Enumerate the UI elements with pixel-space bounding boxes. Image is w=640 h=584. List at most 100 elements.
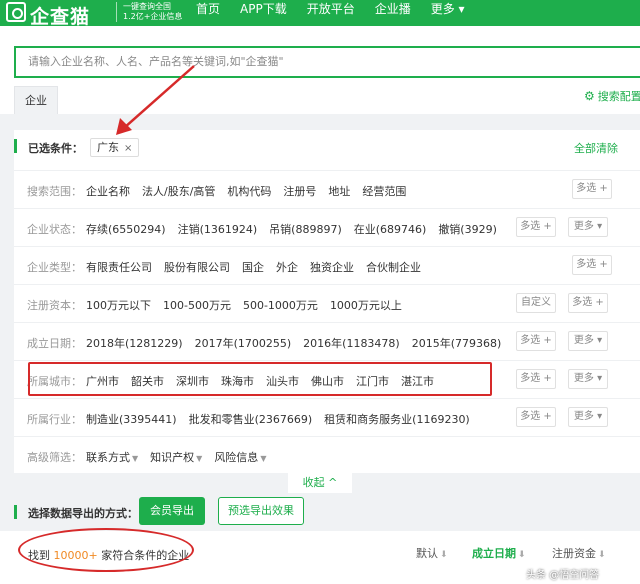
export-label: 选择数据导出的方式： [28, 507, 138, 520]
advanced-option-label: 风险信息 [214, 451, 259, 464]
logo-icon[interactable] [6, 2, 26, 22]
filter-option[interactable]: 机构代码 [227, 183, 271, 199]
advanced-option-ip[interactable]: 知识产权 ▼ [150, 449, 202, 465]
sort-default[interactable]: 默认 ⬇ [416, 545, 448, 561]
advanced-option-risk[interactable]: 风险信息 ▼ [214, 449, 266, 465]
filter-option[interactable]: 注册号 [283, 183, 316, 199]
filter-row-search-scope: 搜索范围： 企业名称 法人/股东/高管 机构代码 注册号 地址 经营范围 多选 … [14, 170, 640, 208]
filter-option[interactable]: 2018年(1281229) [86, 335, 183, 351]
filter-label: 企业类型： [27, 261, 82, 274]
highlight-box-city [28, 362, 492, 396]
selected-label: 已选条件： [28, 142, 83, 155]
brand-name[interactable]: 企查猫 [30, 2, 90, 29]
filter-option[interactable]: 租赁和商务服务业(1169230) [324, 411, 470, 427]
advanced-option-contact[interactable]: 联系方式 ▼ [86, 449, 138, 465]
filter-options: 制造业(3395441) 批发和零售业(2367669) 租赁和商务服务业(11… [86, 411, 482, 427]
multi-select-button[interactable]: 多选 + [572, 255, 612, 275]
more-button[interactable]: 更多 ▾ [568, 407, 608, 427]
filter-option[interactable]: 吊销(889897) [269, 221, 342, 237]
search-config-link[interactable]: ⚙ 搜索配置 [584, 88, 640, 104]
filter-option[interactable]: 2015年(779368) [412, 335, 502, 351]
filter-option[interactable]: 企业名称 [86, 183, 130, 199]
multi-select-button[interactable]: 多选 + [516, 217, 556, 237]
filter-option[interactable]: 2016年(1183478) [303, 335, 400, 351]
filter-option[interactable]: 撤销(3929) [438, 221, 497, 237]
custom-button[interactable]: 自定义 [516, 293, 556, 313]
nav-app-download[interactable]: APP下载 [240, 0, 287, 20]
selected-chip-guangdong[interactable]: 广东 × [90, 138, 140, 157]
filter-option[interactable]: 500-1000万元 [243, 297, 318, 313]
filter-option[interactable]: 注销(1361924) [178, 221, 258, 237]
main-nav: 首页 APP下载 开放平台 企业播 更多 ▾ [196, 0, 465, 20]
advanced-option-label: 知识产权 [150, 451, 195, 464]
filter-label: 高级筛选： [27, 451, 82, 464]
chevron-down-icon: ▼ [132, 454, 139, 463]
slogan-line1: 一键查询全国 [123, 2, 171, 11]
filter-option[interactable]: 法人/股东/高管 [142, 183, 215, 199]
selected-conditions: 已选条件： 广东 × 全部清除 [14, 130, 640, 164]
chevron-down-icon: ▼ [196, 454, 203, 463]
collapse-button[interactable]: 收起 ^ [288, 473, 352, 493]
multi-select-button[interactable]: 多选 + [568, 293, 608, 313]
search-input[interactable]: 请输入企业名称、人名、产品名等关键词,如"企查猫" [14, 46, 640, 78]
tab-company[interactable]: 企业 [14, 86, 58, 114]
multi-select-button[interactable]: 多选 + [516, 407, 556, 427]
preview-export-button[interactable]: 预选导出效果 [218, 497, 304, 525]
sort-label: 注册资金 [552, 547, 596, 560]
filter-option[interactable]: 2017年(1700255) [195, 335, 292, 351]
filter-option[interactable]: 100-500万元 [163, 297, 231, 313]
member-export-button[interactable]: 会员导出 [139, 497, 205, 525]
filter-option[interactable]: 合伙制企业 [366, 259, 421, 275]
more-button[interactable]: 更多 ▾ [568, 217, 608, 237]
filter-option[interactable]: 1000万元以上 [330, 297, 402, 313]
slogan: 一键查询全国 1.2亿+企业信息 [116, 2, 182, 22]
sort-arrow-icon: ⬇ [598, 550, 606, 560]
filter-row-capital: 注册资本： 100万元以下 100-500万元 500-1000万元 1000万… [14, 284, 640, 322]
sort-label: 默认 [416, 547, 438, 560]
nav-home[interactable]: 首页 [196, 0, 220, 20]
filter-row-status: 企业状态： 存续(6550294) 注销(1361924) 吊销(889897)… [14, 208, 640, 246]
filter-row-industry: 所属行业： 制造业(3395441) 批发和零售业(2367669) 租赁和商务… [14, 398, 640, 436]
nav-more[interactable]: 更多 ▾ [431, 0, 465, 20]
filter-options: 有限责任公司 股份有限公司 国企 外企 独资企业 合伙制企业 [86, 259, 433, 275]
sort-established-date[interactable]: 成立日期 ⬇ [472, 545, 526, 561]
clear-all-button[interactable]: 全部清除 [574, 140, 618, 156]
advanced-option-label: 联系方式 [86, 451, 130, 464]
close-icon[interactable]: × [124, 143, 132, 154]
filter-option[interactable]: 外企 [276, 259, 298, 275]
advanced-options: 联系方式 ▼ 知识产权 ▼ 风险信息 ▼ [86, 449, 266, 465]
filter-option[interactable]: 独资企业 [310, 259, 354, 275]
slogan-line2: 1.2亿+企业信息 [123, 12, 183, 21]
nav-open-platform[interactable]: 开放平台 [307, 0, 355, 20]
sort-arrow-icon: ⬇ [518, 550, 526, 560]
multi-select-button[interactable]: 多选 + [516, 369, 556, 389]
filter-options: 存续(6550294) 注销(1361924) 吊销(889897) 在业(68… [86, 221, 509, 237]
filter-options: 企业名称 法人/股东/高管 机构代码 注册号 地址 经营范围 [86, 183, 418, 199]
filter-label: 搜索范围： [27, 185, 82, 198]
filter-option[interactable]: 经营范围 [362, 183, 406, 199]
filter-label: 企业状态： [27, 223, 82, 236]
multi-select-button[interactable]: 多选 + [572, 179, 612, 199]
filter-option[interactable]: 批发和零售业(2367669) [189, 411, 313, 427]
top-bar: 企查猫 一键查询全国 1.2亿+企业信息 首页 APP下载 开放平台 企业播 更… [0, 0, 640, 29]
export-bar: 选择数据导出的方式： 会员导出 预选导出效果 [0, 493, 640, 531]
multi-select-button[interactable]: 多选 + [516, 331, 556, 351]
filter-option[interactable]: 存续(6550294) [86, 221, 166, 237]
filter-option[interactable]: 制造业(3395441) [86, 411, 177, 427]
section-marker [14, 505, 17, 519]
filter-option[interactable]: 股份有限公司 [164, 259, 230, 275]
filter-option[interactable]: 在业(689746) [354, 221, 427, 237]
filter-option[interactable]: 国企 [242, 259, 264, 275]
filter-option[interactable]: 有限责任公司 [86, 259, 152, 275]
filter-label: 注册资本： [27, 299, 82, 312]
chevron-down-icon: ▼ [260, 454, 267, 463]
search-area: 请输入企业名称、人名、产品名等关键词,如"企查猫" 企业 ⚙ 搜索配置 [0, 26, 640, 114]
more-button[interactable]: 更多 ▾ [568, 369, 608, 389]
nav-company-broadcast[interactable]: 企业播 [375, 0, 411, 20]
highlight-ellipse-result [18, 528, 194, 572]
advanced-filter-row: 高级筛选： 联系方式 ▼ 知识产权 ▼ 风险信息 ▼ [14, 436, 640, 466]
sort-registered-capital[interactable]: 注册资金 ⬇ [552, 545, 606, 561]
filter-option[interactable]: 地址 [328, 183, 350, 199]
more-button[interactable]: 更多 ▾ [568, 331, 608, 351]
filter-option[interactable]: 100万元以下 [86, 297, 151, 313]
